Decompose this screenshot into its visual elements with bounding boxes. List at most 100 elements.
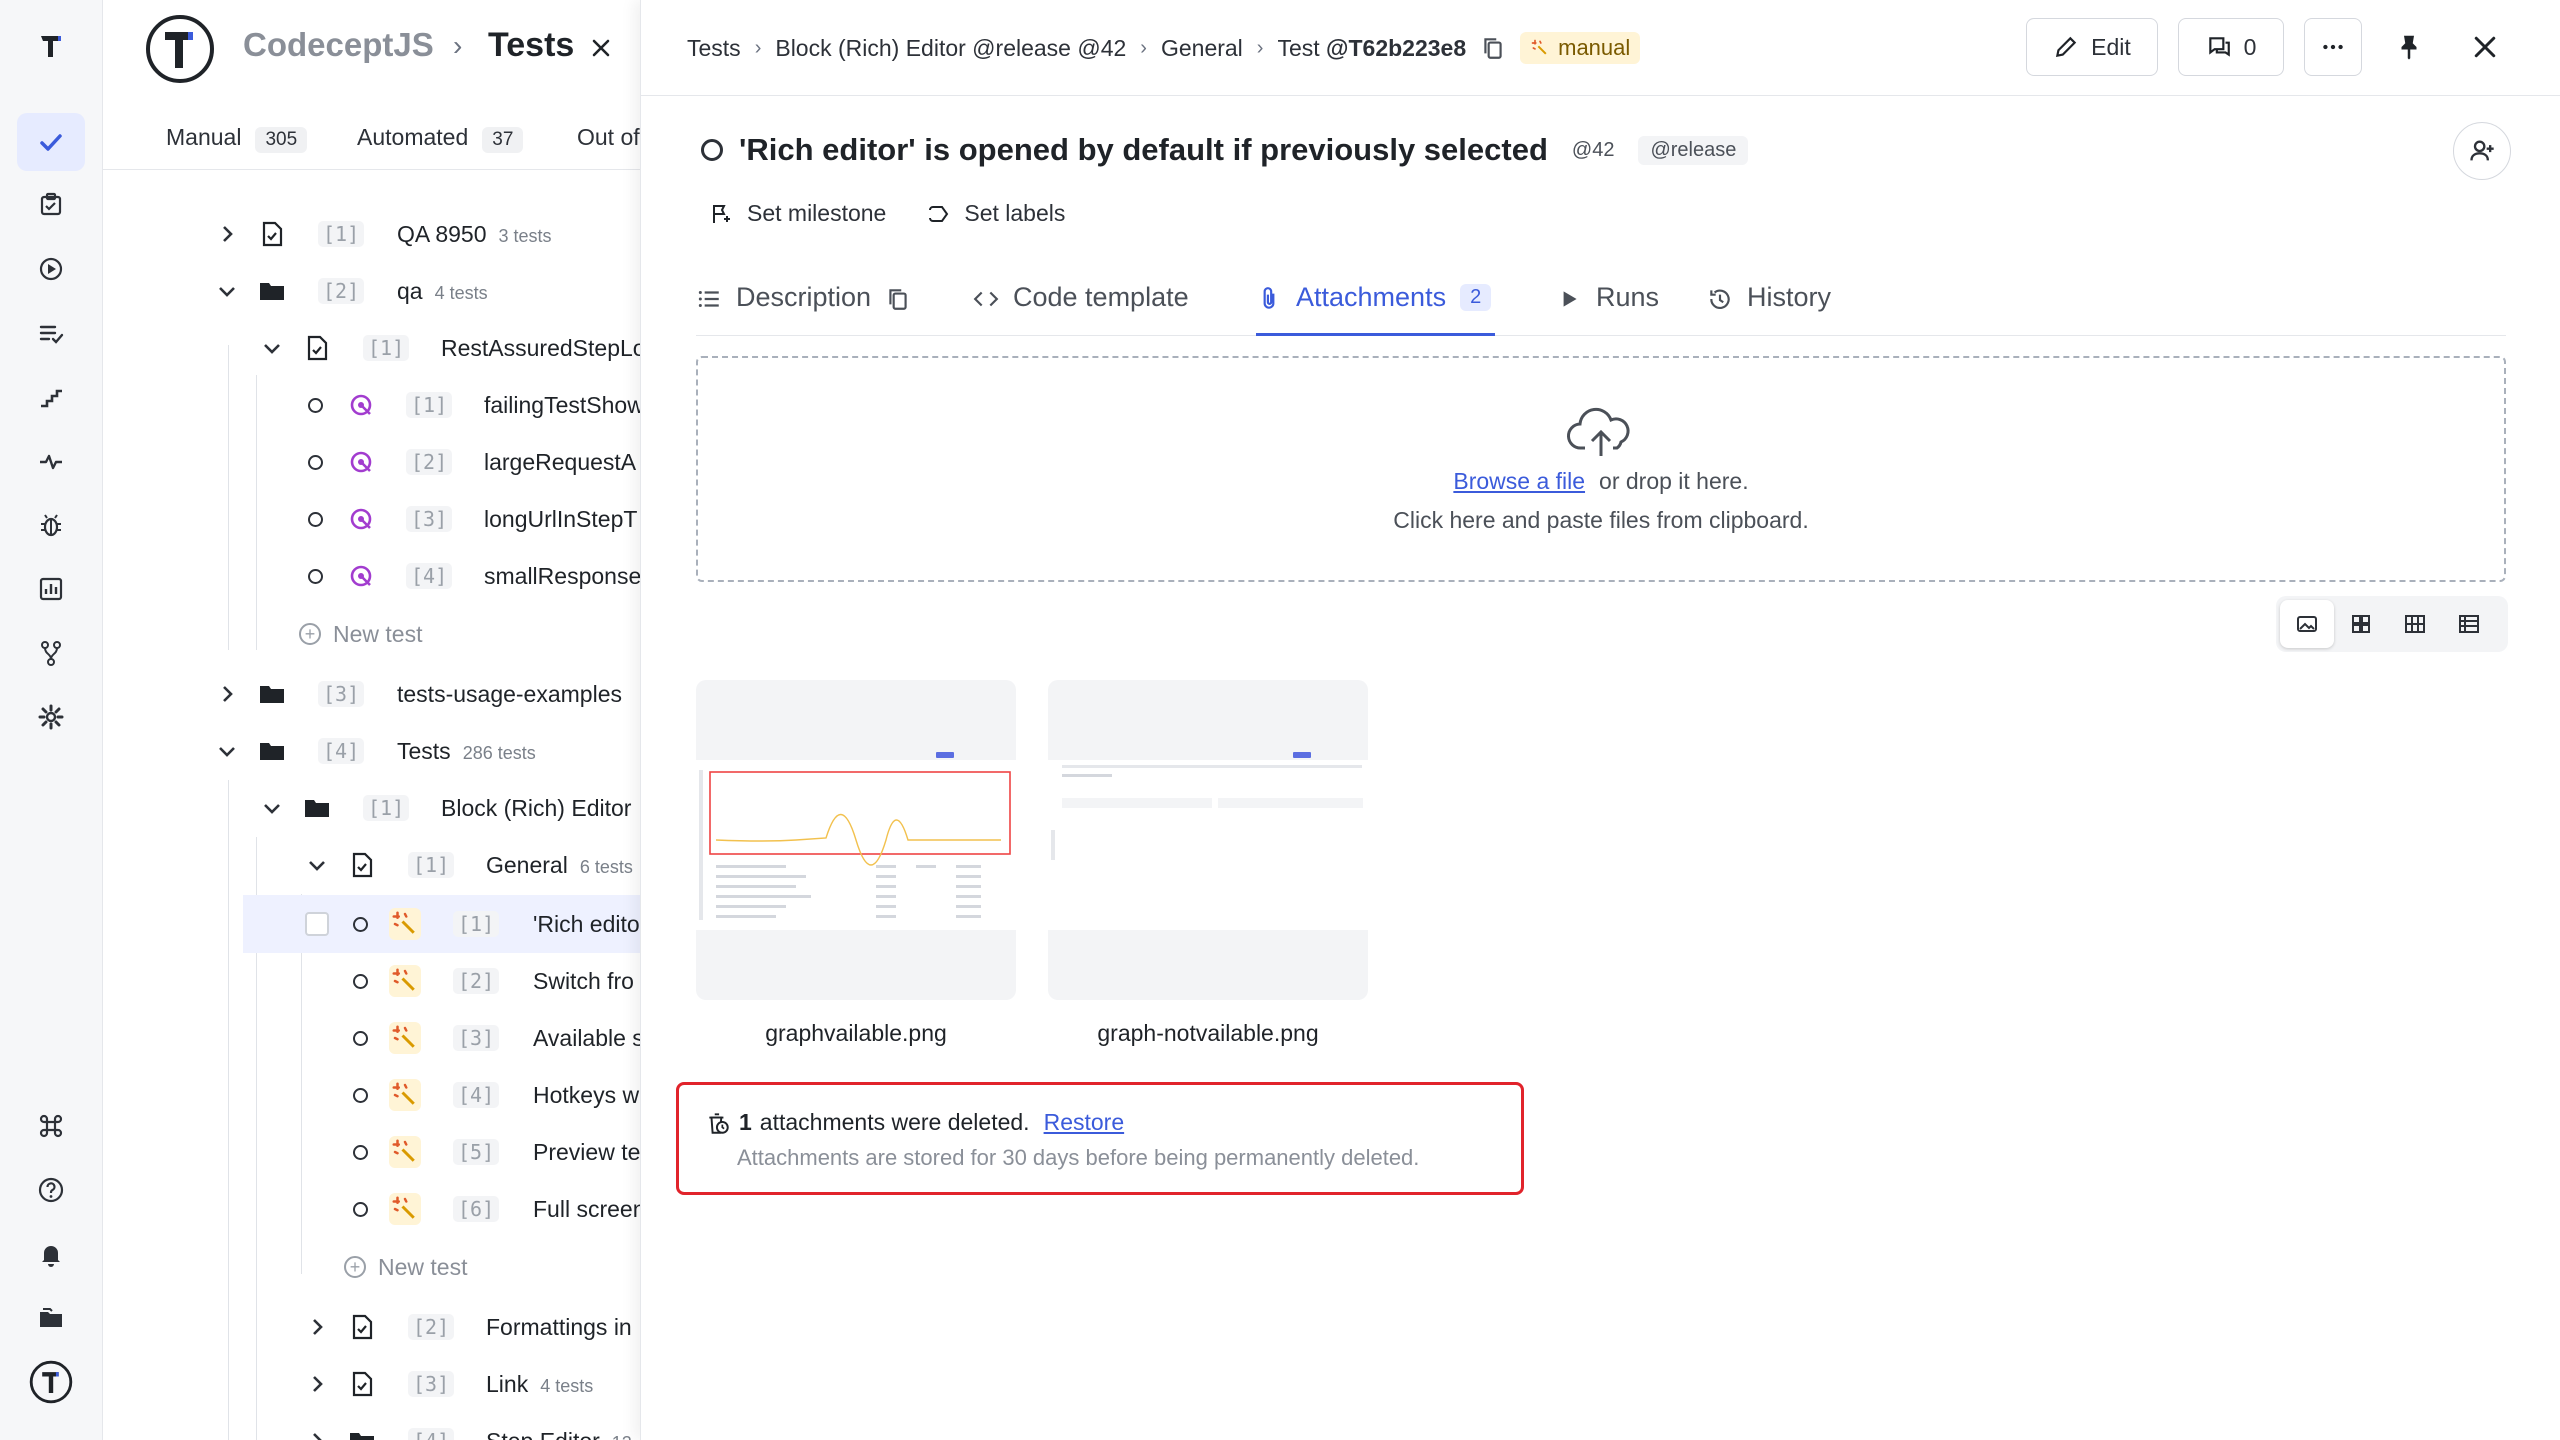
attachment-thumbnail[interactable]	[1048, 680, 1368, 1000]
new-test-row[interactable]: + New test	[103, 605, 643, 663]
assign-user-button[interactable]	[2453, 122, 2511, 180]
chevron-down-icon[interactable]	[305, 853, 329, 877]
branches-icon[interactable]	[17, 624, 85, 682]
edit-button[interactable]: Edit	[2026, 18, 2158, 76]
chevron-right-icon[interactable]	[215, 682, 239, 706]
help-icon[interactable]	[17, 1161, 85, 1219]
close-panel-icon[interactable]	[2464, 26, 2506, 68]
bug-icon[interactable]	[17, 496, 85, 554]
tree-folder-row[interactable]: [2] qa 4 tests	[103, 262, 643, 320]
user-avatar-icon[interactable]	[17, 1353, 85, 1411]
chevron-right-icon[interactable]	[215, 222, 239, 246]
folder-icon	[256, 275, 288, 307]
tree-suite-row[interactable]: [1] General 6 tests	[103, 836, 643, 894]
tree-test-row[interactable]: [3] longUrlInStepT	[103, 490, 643, 548]
tree-test-row[interactable]: [4] Hotkeys w	[103, 1066, 643, 1124]
tree-suite-row[interactable]: [1] RestAssuredStepLo	[103, 319, 643, 377]
tree-test-row[interactable]: [1] failingTestShow	[103, 376, 643, 434]
tab-automated[interactable]: Automated 37	[357, 124, 524, 153]
restore-link[interactable]: Restore	[1044, 1109, 1125, 1136]
copy-icon[interactable]	[885, 286, 911, 312]
tab-attachments[interactable]: Attachments 2	[1256, 282, 1496, 336]
tree-label-text: Step Editor	[486, 1428, 600, 1440]
tree-test-row[interactable]: [4] smallResponse	[103, 547, 643, 605]
cloud-upload-icon	[1567, 407, 1630, 456]
projects-icon[interactable]	[17, 1289, 85, 1347]
tab-history[interactable]: History	[1707, 282, 1831, 336]
attachment-card[interactable]: graphvailable.png	[696, 680, 1016, 1047]
tag-badge[interactable]: @release	[1638, 135, 1749, 165]
new-test-button[interactable]: + New test	[344, 1254, 467, 1281]
row-checkbox[interactable]	[305, 912, 329, 936]
chevron-down-icon[interactable]	[215, 739, 239, 763]
tree-test-row[interactable]: [2] largeRequestA	[103, 433, 643, 491]
breadcrumb-item[interactable]: General	[1161, 35, 1243, 62]
analytics-icon[interactable]	[17, 560, 85, 618]
pulse-icon[interactable]	[17, 432, 85, 490]
tree-index: [1]	[406, 392, 453, 418]
copy-icon[interactable]	[1480, 35, 1506, 61]
tree-suite-row[interactable]: [3] Link 4 tests	[103, 1355, 643, 1413]
command-icon[interactable]	[17, 1097, 85, 1155]
tree-folder-row[interactable]: [3] tests-usage-examples	[103, 665, 643, 723]
tree-test-row[interactable]: [6] Full screen	[103, 1180, 643, 1238]
tab-runs[interactable]: Runs	[1556, 282, 1659, 336]
view-large-thumbnails-icon[interactable]	[2280, 600, 2334, 648]
tree-suite-row[interactable]: [2] Formattings in	[103, 1298, 643, 1356]
tree-index: [6]	[453, 1196, 500, 1222]
chevron-right-icon[interactable]	[305, 1315, 329, 1339]
screenshot-thumbnail-image	[696, 750, 1016, 930]
retention-note: Attachments are stored for 30 days befor…	[737, 1145, 1420, 1170]
set-labels-button[interactable]: Set labels	[926, 200, 1065, 227]
testomat-logo-icon[interactable]	[17, 16, 85, 74]
tree-test-row[interactable]: [5] Preview te	[103, 1123, 643, 1181]
browse-file-link[interactable]: Browse a file	[1453, 468, 1585, 495]
runs-icon[interactable]	[17, 240, 85, 298]
notifications-bell-icon[interactable]	[17, 1225, 85, 1283]
chevron-down-icon[interactable]	[215, 279, 239, 303]
view-list-icon[interactable]	[2442, 600, 2496, 648]
new-test-row[interactable]: + New test	[103, 1238, 643, 1296]
tab-manual[interactable]: Manual 305	[166, 124, 308, 153]
settings-icon[interactable]	[17, 688, 85, 746]
tree-label: Available s	[533, 1024, 643, 1051]
view-grid-icon[interactable]	[2334, 600, 2388, 648]
tree-folder-row[interactable]: [4] Step Editor 12	[103, 1412, 643, 1440]
steps-icon[interactable]	[17, 368, 85, 426]
chevron-right-icon[interactable]	[305, 1429, 329, 1440]
attachment-card[interactable]: graph-notvailable.png	[1048, 680, 1368, 1047]
tab-out-of-sync[interactable]: Out of	[577, 124, 640, 151]
breadcrumb-item[interactable]: Block (Rich) Editor @release @42	[775, 35, 1126, 62]
attachment-thumbnail[interactable]	[696, 680, 1016, 1000]
tree-test-row-selected[interactable]: [1] 'Rich edito	[243, 895, 643, 953]
close-icon[interactable]	[581, 28, 621, 68]
file-dropzone[interactable]: Browse a file or drop it here. Click her…	[696, 356, 2506, 582]
tests-icon[interactable]	[17, 113, 85, 171]
chevron-down-icon[interactable]	[260, 336, 284, 360]
new-test-button[interactable]: + New test	[299, 621, 422, 648]
tree-test-row[interactable]: [2] Switch fro	[103, 952, 643, 1010]
comments-button[interactable]: 0	[2178, 18, 2284, 76]
tree-folder-row[interactable]: [1] Block (Rich) Editor	[103, 779, 643, 837]
chevron-right-icon[interactable]	[305, 1372, 329, 1396]
tab-code-template[interactable]: Code template	[973, 282, 1189, 336]
project-logo-icon[interactable]	[145, 14, 215, 84]
plans-icon[interactable]	[17, 176, 85, 234]
manual-test-icon	[389, 965, 421, 997]
tree-folder-row[interactable]: [1] QA 8950 3 tests	[103, 205, 643, 263]
set-milestone-button[interactable]: Set milestone	[709, 200, 886, 227]
view-small-grid-icon[interactable]	[2388, 600, 2442, 648]
breadcrumb-item[interactable]: Tests	[687, 35, 741, 62]
tree-folder-row[interactable]: [4] Tests 286 tests	[103, 722, 643, 780]
pin-icon[interactable]	[2388, 26, 2430, 68]
tree-test-row[interactable]: [3] Available s	[103, 1009, 643, 1067]
more-actions-button[interactable]	[2304, 18, 2362, 76]
suite-file-icon	[256, 218, 288, 250]
tree-index: [2]	[453, 968, 500, 994]
tag-badge[interactable]: @42	[1564, 137, 1623, 164]
folder-icon	[346, 1425, 378, 1440]
checklist-icon[interactable]	[17, 304, 85, 362]
chevron-down-icon[interactable]	[260, 796, 284, 820]
project-name[interactable]: CodeceptJS	[243, 26, 434, 64]
tab-description[interactable]: Description	[696, 282, 911, 336]
